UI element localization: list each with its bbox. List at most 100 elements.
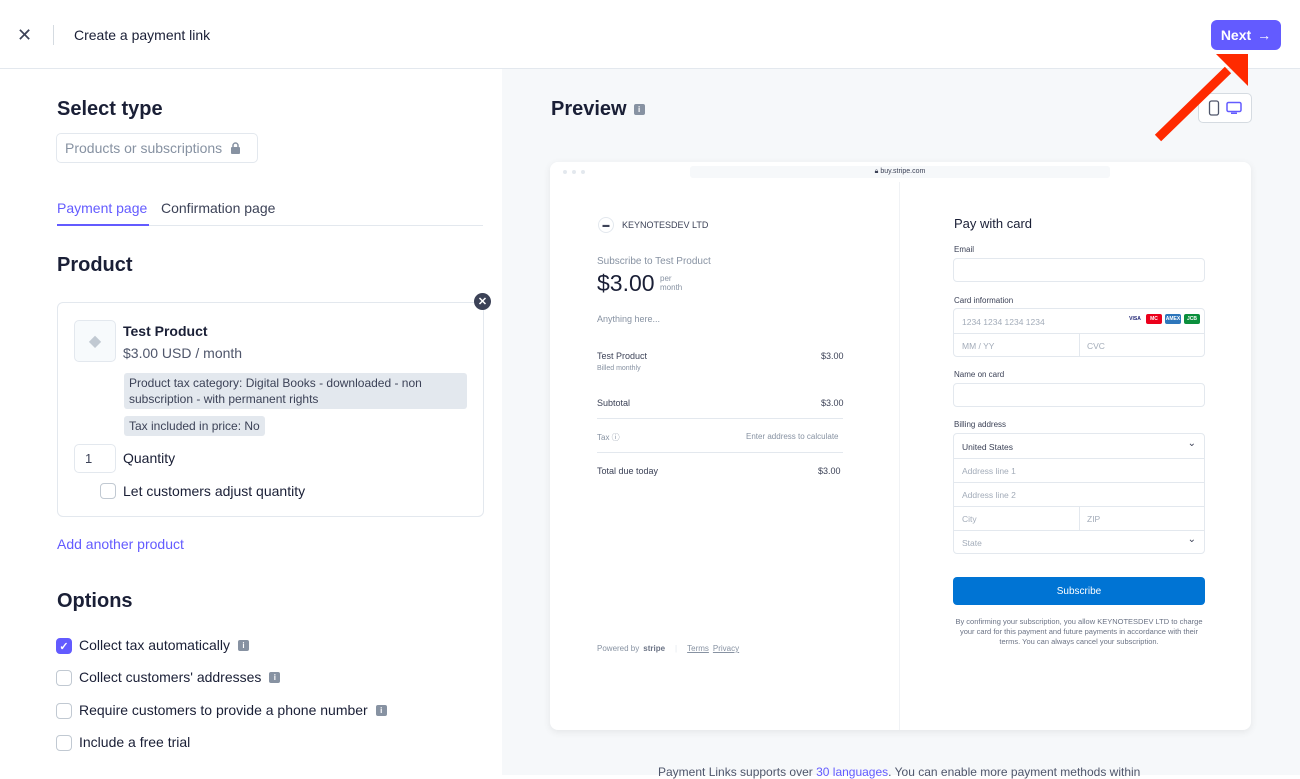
divider: | (675, 644, 678, 653)
divider (597, 452, 843, 453)
pay-with-card-heading: Pay with card (954, 216, 1033, 231)
merchant-row: ▬ KEYNOTESDEV LTD (598, 217, 708, 233)
close-icon[interactable]: ✕ (17, 24, 37, 46)
amex-icon: AMEX (1165, 314, 1181, 324)
window-dot (572, 170, 576, 174)
address-line-1-field[interactable]: Address line 1 (962, 466, 1016, 476)
line-item-billing: Billed monthly (597, 365, 641, 372)
info-icon[interactable]: i (633, 104, 645, 115)
require-phone-label: Require customers to provide a phone num… (79, 702, 368, 718)
card-number-placeholder: 1234 1234 1234 1234 (962, 317, 1045, 327)
select-type-heading: Select type (57, 98, 163, 120)
card-info-field[interactable]: 1234 1234 1234 1234 VISA MC AMEX JCB MM … (953, 308, 1205, 357)
subtotal-value: $3.00 (821, 398, 844, 408)
collect-tax-option: Collect tax automatically i (79, 637, 249, 653)
per-text: per (660, 274, 672, 283)
per-month: per month (660, 274, 682, 292)
expiry-placeholder[interactable]: MM / YY (962, 341, 994, 351)
city-field[interactable]: City (962, 514, 977, 524)
tab-confirmation-page[interactable]: Confirmation page (161, 200, 275, 226)
merchant-name: KEYNOTESDEV LTD (622, 220, 709, 230)
line-item-name: Test Product (597, 351, 648, 361)
divider (954, 458, 1204, 459)
merchant-logo-icon: ▬ (598, 217, 614, 233)
email-field[interactable] (953, 258, 1205, 282)
divider (954, 482, 1204, 483)
adjust-quantity-label: Let customers adjust quantity (123, 483, 306, 499)
zip-field[interactable]: ZIP (1087, 514, 1100, 524)
add-another-product-link[interactable]: Add another product (57, 536, 184, 552)
free-trial-checkbox[interactable] (56, 735, 72, 751)
collect-tax-checkbox[interactable]: ✓ (56, 638, 72, 654)
tax-included-badge: Tax included in price: No (124, 416, 265, 436)
info-icon[interactable]: i (237, 639, 249, 651)
annotation-arrow-icon (1154, 54, 1248, 142)
options-heading: Options (57, 590, 133, 612)
line-item-price: $3.00 (821, 351, 844, 361)
visa-icon: VISA (1127, 314, 1143, 324)
require-phone-checkbox[interactable] (56, 703, 72, 719)
languages-link[interactable]: 30 languages (816, 765, 888, 779)
collect-addresses-label: Collect customers' addresses (79, 669, 262, 685)
product-name: Test Product (123, 323, 208, 339)
privacy-link[interactable]: Privacy (713, 644, 739, 653)
top-bar: ✕ Create a payment link Next → (0, 0, 1300, 69)
country-select[interactable]: United States (962, 442, 1013, 452)
cvc-placeholder[interactable]: CVC (1087, 341, 1105, 351)
preview-heading-wrap: Preview i (551, 98, 645, 121)
total-label: Total due today (597, 466, 659, 476)
require-phone-option: Require customers to provide a phone num… (79, 702, 387, 718)
mastercard-icon: MC (1146, 314, 1162, 324)
browser-bar: 🔒︎ buy.stripe.com (550, 162, 1251, 182)
info-icon[interactable]: i (375, 704, 387, 716)
page-tabs: Payment page Confirmation page (57, 200, 483, 226)
tax-label: Tax ⓘ (597, 433, 620, 442)
stripe-logo: stripe (643, 644, 666, 653)
languages-note-text: Payment Links supports over (658, 765, 813, 779)
remove-product-icon[interactable]: ✕ (474, 293, 491, 310)
name-on-card-label: Name on card (954, 370, 1005, 379)
subtotal-label: Subtotal (597, 398, 631, 408)
terms-link[interactable]: Terms (687, 644, 709, 653)
next-button-label: Next (1220, 27, 1252, 43)
state-select[interactable]: State (962, 538, 982, 548)
lock-icon (231, 142, 241, 154)
preview-panel: Preview i 🔒︎ buy.stripe.com ▬ KEYNOTESDE… (502, 69, 1300, 779)
window-dot (581, 170, 585, 174)
divider (954, 530, 1204, 531)
next-button[interactable]: Next → (1211, 20, 1281, 50)
chevron-down-icon: ⌄ (1187, 534, 1196, 545)
product-price: $3.00 USD / month (123, 345, 243, 361)
info-icon[interactable]: i (269, 671, 281, 683)
type-select-value: Products or subscriptions (65, 140, 223, 156)
subscription-terms-text: By confirming your subscription, you all… (955, 617, 1203, 646)
email-label: Email (954, 245, 975, 254)
type-select[interactable]: Products or subscriptions (56, 133, 258, 163)
billing-address-label: Billing address (954, 420, 1007, 429)
collect-addresses-checkbox[interactable] (56, 670, 72, 686)
arrow-right-icon: → (1257, 27, 1272, 43)
subscribe-button[interactable]: Subscribe (953, 577, 1205, 605)
free-trial-label: Include a free trial (79, 734, 191, 750)
divider (53, 25, 54, 45)
checkout-preview: 🔒︎ buy.stripe.com ▬ KEYNOTESDEV LTD Subs… (550, 162, 1251, 730)
url-text: buy.stripe.com (880, 168, 926, 175)
window-dot (563, 170, 567, 174)
name-on-card-field[interactable] (953, 383, 1205, 407)
collect-tax-label: Collect tax automatically (79, 637, 230, 653)
divider (1079, 506, 1080, 530)
quantity-label: Quantity (123, 450, 176, 466)
quantity-input[interactable]: 1 (74, 444, 116, 473)
settings-panel: Select type Products or subscriptions Pa… (0, 69, 502, 775)
divider (597, 418, 843, 419)
total-value: $3.00 (818, 466, 841, 476)
divider (899, 182, 900, 730)
address-line-2-field[interactable]: Address line 2 (962, 490, 1016, 500)
subscribe-to-text: Subscribe to Test Product (597, 256, 711, 267)
tab-payment-page[interactable]: Payment page (57, 200, 149, 226)
adjust-quantity-checkbox[interactable] (100, 483, 116, 499)
product-card: ◆ Test Product $3.00 USD / month Product… (57, 302, 484, 517)
languages-note-text-2: . You can enable more payment methods wi… (888, 765, 1141, 779)
card-info-label: Card information (954, 296, 1014, 305)
product-heading: Product (57, 254, 133, 276)
